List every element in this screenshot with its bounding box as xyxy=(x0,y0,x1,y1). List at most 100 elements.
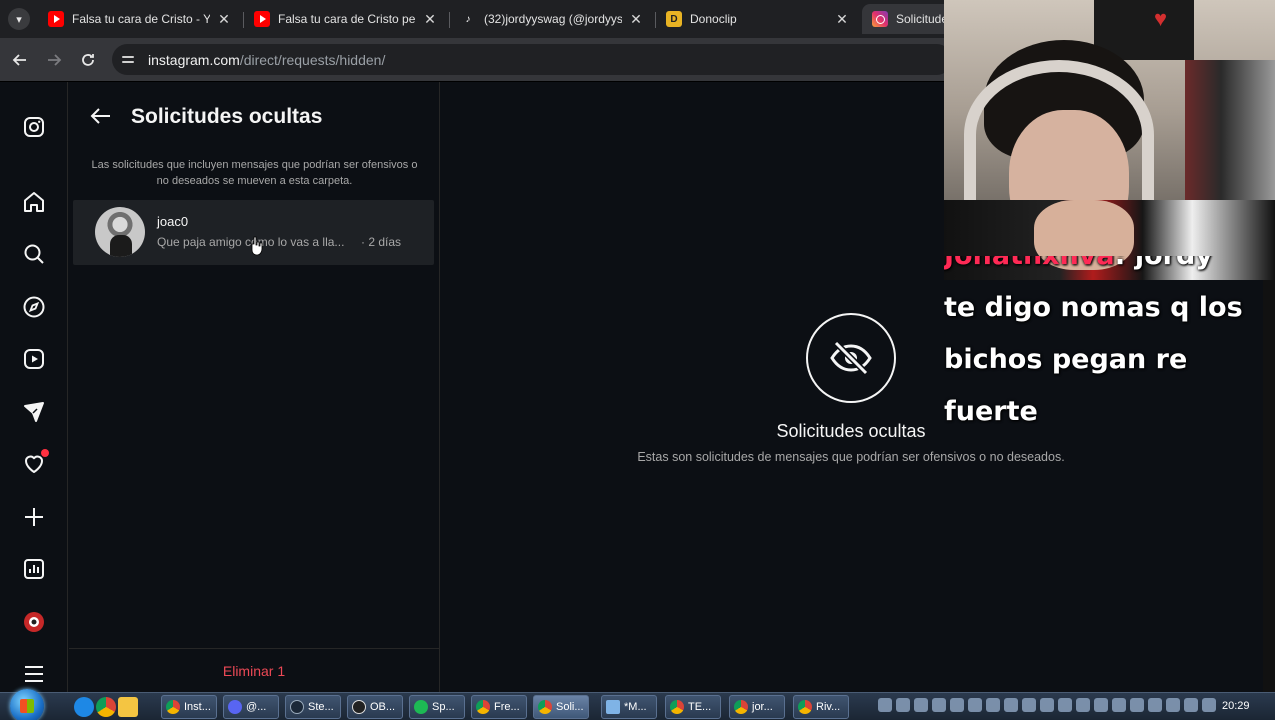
tray-app-icon[interactable] xyxy=(932,698,946,712)
taskbar-button-chrome-4[interactable]: Riv... xyxy=(793,695,849,719)
tray-chrome-icon[interactable] xyxy=(950,698,964,712)
webcam-overlay: ♥ xyxy=(944,0,1275,280)
chrome-icon xyxy=(670,700,684,714)
browser-tab-3[interactable]: ♪ (32)jordyyswag (@jordyyswag) ✕ xyxy=(450,4,654,34)
tray-app-icon[interactable] xyxy=(1058,698,1072,712)
steam-icon xyxy=(290,700,304,714)
taskbar-button-notepad[interactable]: *M... xyxy=(601,695,657,719)
tray-app-icon[interactable] xyxy=(914,698,928,712)
tray-app-icon[interactable] xyxy=(1166,698,1180,712)
windows-taskbar: Inst... @... Ste... OB... Sp... Fre... S… xyxy=(0,689,1275,720)
tab-title: Falsa tu cara de Cristo - YouTube xyxy=(72,12,210,26)
chrome-icon xyxy=(734,700,748,714)
donoclip-icon: D xyxy=(666,11,682,27)
url-path: /direct/requests/hidden/ xyxy=(239,51,386,68)
messages-icon[interactable] xyxy=(21,399,47,425)
tray-spotify-icon[interactable] xyxy=(1184,698,1198,712)
taskbar-button-chrome-2[interactable]: TE... xyxy=(665,695,721,719)
system-tray xyxy=(878,698,1216,712)
youtube-icon xyxy=(254,11,270,27)
heart-icon: ♥ xyxy=(1154,6,1168,31)
taskbar-button-chrome-1[interactable]: Fre... xyxy=(471,695,527,719)
delete-button[interactable]: Eliminar 1 xyxy=(223,663,285,679)
taskbar-button-chrome-3[interactable]: jor... xyxy=(729,695,785,719)
chat-line: fuerte xyxy=(944,396,1038,427)
taskbar-button-discord[interactable]: @... xyxy=(223,695,279,719)
address-bar[interactable]: instagram.com/direct/requests/hidden/ xyxy=(112,44,952,75)
tray-volume-icon[interactable] xyxy=(1202,698,1216,712)
hidden-requests-panel: Solicitudes ocultas Las solicitudes que … xyxy=(69,82,440,692)
reels-icon[interactable] xyxy=(21,346,47,372)
avatar xyxy=(95,207,145,257)
profile-avatar-icon[interactable] xyxy=(21,609,47,635)
home-icon[interactable] xyxy=(21,189,47,215)
taskbar-button-obs[interactable]: OB... xyxy=(347,695,403,719)
tab-title: Donoclip xyxy=(690,12,737,26)
hidden-eye-icon xyxy=(806,313,896,403)
dashboard-chart-icon[interactable] xyxy=(21,556,47,582)
page-title: Solicitudes ocultas xyxy=(131,105,323,128)
tray-app-icon[interactable] xyxy=(1094,698,1108,712)
close-icon[interactable]: ✕ xyxy=(834,11,850,28)
instagram-logo-icon[interactable] xyxy=(21,114,47,140)
create-plus-icon[interactable] xyxy=(21,504,47,530)
site-info-icon[interactable] xyxy=(122,52,138,68)
obs-icon xyxy=(352,700,366,714)
taskbar-button-instagram[interactable]: Inst... xyxy=(161,695,217,719)
notepad-icon xyxy=(606,700,620,714)
chat-line: te digo nomas q los xyxy=(944,292,1243,323)
tray-network-icon[interactable] xyxy=(1076,698,1090,712)
forward-arrow-icon xyxy=(48,54,62,66)
forward-button[interactable] xyxy=(42,48,66,72)
tray-language-icon[interactable] xyxy=(1112,698,1126,712)
close-icon[interactable]: ✕ xyxy=(216,11,232,28)
chrome-icon xyxy=(476,700,490,714)
browser-tab-4[interactable]: D Donoclip ✕ xyxy=(656,4,860,34)
tray-app-icon[interactable] xyxy=(1130,698,1144,712)
search-icon[interactable] xyxy=(21,241,47,267)
chrome-icon[interactable] xyxy=(96,697,116,717)
tray-discord-icon[interactable] xyxy=(968,698,982,712)
tray-app-icon[interactable] xyxy=(896,698,910,712)
back-button[interactable] xyxy=(8,48,32,72)
request-timestamp: · 2 días xyxy=(361,235,402,249)
back-arrow-icon xyxy=(12,54,26,66)
panel-description: Las solicitudes que incluyen mensajes qu… xyxy=(91,159,418,187)
discord-icon xyxy=(228,700,242,714)
explore-compass-icon[interactable] xyxy=(21,294,47,320)
folder-icon[interactable] xyxy=(118,697,138,717)
chrome-icon xyxy=(798,700,812,714)
chat-text: jordy xyxy=(1135,256,1213,271)
tray-mic-icon[interactable] xyxy=(1148,698,1162,712)
browser-tab-2[interactable]: Falsa tu cara de Cristo pero ✕ xyxy=(244,4,448,34)
taskbar-button-chrome-active[interactable]: Soli... xyxy=(533,695,589,719)
tray-settings-icon[interactable] xyxy=(878,698,892,712)
tray-steam-icon[interactable] xyxy=(986,698,1000,712)
delete-bar: Eliminar 1 xyxy=(69,648,439,692)
taskbar-clock: 20:29 xyxy=(1222,700,1250,712)
notification-dot xyxy=(41,449,49,457)
more-menu-icon[interactable] xyxy=(21,661,47,687)
notifications-heart-icon[interactable] xyxy=(21,449,49,477)
tray-app-icon[interactable] xyxy=(1040,698,1054,712)
tab-title: Falsa tu cara de Cristo pero xyxy=(278,12,416,26)
chat-line: bichos pegan re xyxy=(944,344,1188,375)
close-icon[interactable]: ✕ xyxy=(628,11,644,28)
tray-app-icon[interactable] xyxy=(1004,698,1018,712)
tab-title: (32)jordyyswag (@jordyyswag) xyxy=(484,12,622,26)
reload-icon xyxy=(82,54,94,66)
taskbar-button-spotify[interactable]: Sp... xyxy=(409,695,465,719)
youtube-icon xyxy=(48,11,64,27)
close-icon[interactable]: ✕ xyxy=(422,11,438,28)
hand-cursor-icon xyxy=(251,236,263,256)
reload-button[interactable] xyxy=(76,48,100,72)
back-arrow-icon[interactable] xyxy=(89,104,113,128)
spotify-icon xyxy=(414,700,428,714)
tray-app-icon[interactable] xyxy=(1022,698,1036,712)
browser-tab-1[interactable]: Falsa tu cara de Cristo - YouTube ✕ xyxy=(38,4,242,34)
edge-icon[interactable] xyxy=(74,697,94,717)
start-button[interactable] xyxy=(10,689,44,720)
tab-search-chevron-icon[interactable]: ▾ xyxy=(8,8,30,30)
chrome-icon xyxy=(166,700,180,714)
taskbar-button-steam[interactable]: Ste... xyxy=(285,695,341,719)
